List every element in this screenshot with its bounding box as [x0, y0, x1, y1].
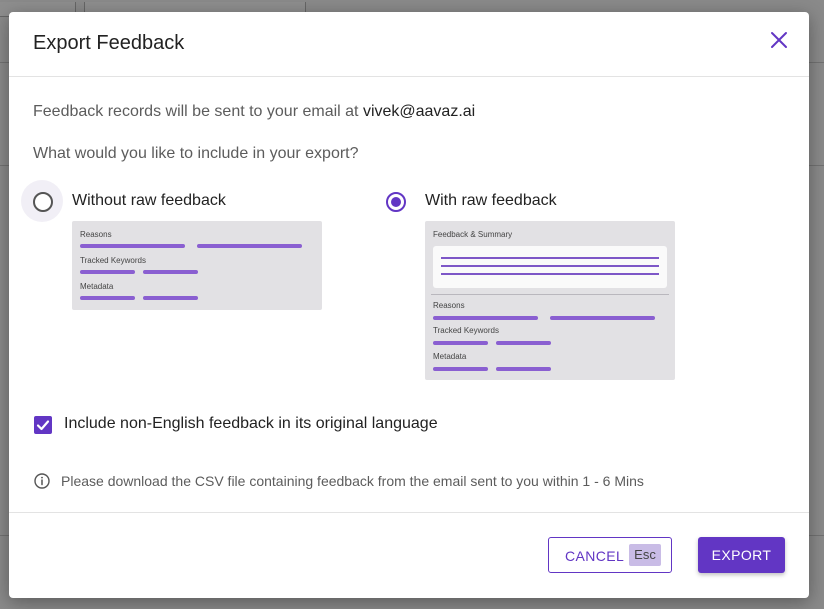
- preview-section-label: Reasons: [80, 230, 112, 239]
- preview-line: [441, 257, 659, 259]
- preview-without-raw-feedback: Reasons Tracked Keywords Metadata: [72, 221, 322, 310]
- preview-bar: [433, 367, 488, 371]
- preview-section-label: Tracked Keywords: [80, 256, 146, 265]
- modal-title: Export Feedback: [33, 32, 185, 54]
- esc-shortcut-badge: Esc: [629, 544, 661, 566]
- preview-section-label: Metadata: [80, 282, 114, 291]
- preview-line: [441, 273, 659, 275]
- option-label-without-raw-feedback[interactable]: Without raw feedback: [72, 192, 226, 210]
- export-feedback-modal: Export Feedback Feedback records will be…: [9, 12, 809, 598]
- cancel-button[interactable]: CANCEL Esc: [548, 537, 672, 573]
- preview-bar: [80, 296, 135, 300]
- email-address: vivek@aavaz.ai: [362, 103, 476, 120]
- preview-bar: [80, 270, 135, 274]
- preview-line: [441, 265, 659, 267]
- preview-section-label: Reasons: [433, 301, 465, 310]
- close-button[interactable]: [767, 28, 791, 52]
- close-icon: [771, 32, 787, 48]
- export-label: EXPORT: [711, 547, 772, 563]
- export-button[interactable]: EXPORT: [698, 537, 785, 573]
- download-info-text: Please download the CSV file containing …: [61, 473, 644, 489]
- preview-bar: [143, 296, 198, 300]
- preview-separator: [431, 294, 669, 295]
- radio-without-raw-feedback[interactable]: [33, 192, 53, 212]
- checkmark-icon: [36, 420, 50, 431]
- preview-bar: [496, 367, 551, 371]
- cancel-label: CANCEL: [565, 548, 625, 564]
- preview-section-label: Tracked Keywords: [433, 326, 499, 335]
- preview-with-raw-feedback: Feedback & Summary Reasons Tracked Keywo…: [425, 221, 675, 380]
- preview-bar: [143, 270, 198, 274]
- preview-section-label: Feedback & Summary: [433, 230, 513, 239]
- include-non-english-checkbox[interactable]: [34, 416, 52, 434]
- info-icon: [34, 473, 50, 489]
- radio-with-raw-feedback[interactable]: [386, 192, 406, 212]
- preview-bar: [496, 341, 551, 345]
- preview-bar: [197, 244, 302, 248]
- option-label-with-raw-feedback[interactable]: With raw feedback: [425, 192, 557, 210]
- preview-section-label: Metadata: [433, 352, 467, 361]
- preview-bar: [433, 316, 538, 320]
- email-notice: Feedback records will be sent to your em…: [33, 103, 475, 121]
- preview-feedback-card: [433, 246, 667, 288]
- email-notice-label: Feedback records will be sent to your em…: [33, 103, 359, 120]
- include-non-english-label[interactable]: Include non-English feedback in its orig…: [64, 415, 438, 433]
- footer-divider: [9, 512, 809, 513]
- preview-bar: [433, 341, 488, 345]
- modal-header: Export Feedback: [9, 12, 809, 77]
- preview-bar: [550, 316, 655, 320]
- preview-bar: [80, 244, 185, 248]
- export-question: What would you like to include in your e…: [33, 145, 359, 162]
